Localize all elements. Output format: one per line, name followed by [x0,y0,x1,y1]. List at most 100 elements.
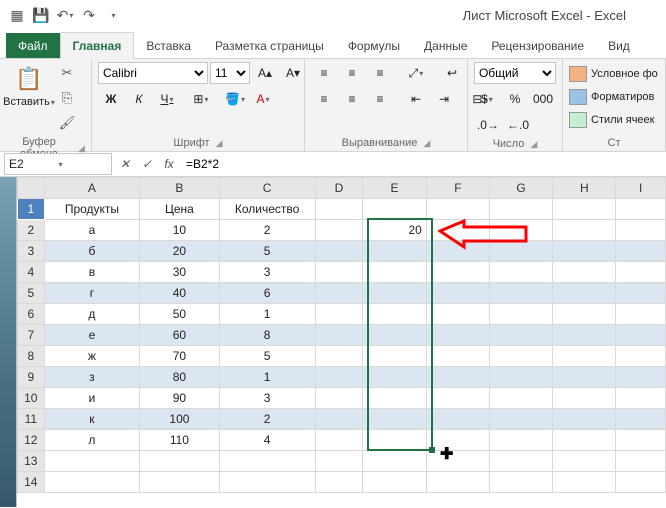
copy-icon[interactable]: ⎘ [56,87,78,109]
align-top-icon[interactable]: ≡ [311,62,337,84]
cell-C13[interactable] [219,451,315,472]
conditional-formatting-button[interactable]: Условное фо [569,64,658,84]
cell-H7[interactable] [553,325,616,346]
accounting-format-icon[interactable]: $▾ [474,88,500,110]
save-icon[interactable]: 💾 [32,6,50,24]
cell-F2[interactable] [426,220,489,241]
cell-C9[interactable]: 1 [219,367,315,388]
cell-B7[interactable]: 60 [140,325,219,346]
bold-button[interactable]: Ж [98,88,124,110]
cell-E10[interactable] [363,388,427,409]
tab-home[interactable]: Главная [60,32,135,59]
cell-H5[interactable] [553,283,616,304]
cell-D10[interactable] [315,388,363,409]
row-header-13[interactable]: 13 [18,451,45,472]
cell-B5[interactable]: 40 [140,283,219,304]
cell-D11[interactable] [315,409,363,430]
row-header-1[interactable]: 1 [18,199,45,220]
cell-A4[interactable]: в [44,262,140,283]
col-header-B[interactable]: B [140,178,219,199]
col-header-C[interactable]: C [219,178,315,199]
fx-icon[interactable]: fx [158,153,180,175]
cell-G11[interactable] [489,409,552,430]
cell-B10[interactable]: 90 [140,388,219,409]
cell-E9[interactable] [363,367,427,388]
cell-G1[interactable] [489,199,552,220]
cell-D5[interactable] [315,283,363,304]
row-header-7[interactable]: 7 [18,325,45,346]
font-launcher-icon[interactable]: ◢ [216,138,223,149]
row-header-10[interactable]: 10 [18,388,45,409]
align-middle-icon[interactable]: ≡ [339,62,365,84]
cell-E13[interactable] [363,451,427,472]
cell-F12[interactable] [426,430,489,451]
clipboard-launcher-icon[interactable]: ◢ [78,143,85,154]
cell-I9[interactable] [616,367,666,388]
cell-H10[interactable] [553,388,616,409]
cell-G7[interactable] [489,325,552,346]
cell-G3[interactable] [489,241,552,262]
redo-icon[interactable]: ↷ [80,6,98,24]
cell-H2[interactable] [553,220,616,241]
col-header-G[interactable]: G [489,178,552,199]
decrease-decimal-icon[interactable]: ←.0 [504,114,532,136]
cell-G12[interactable] [489,430,552,451]
cell-B9[interactable]: 80 [140,367,219,388]
cell-I10[interactable] [616,388,666,409]
align-center-icon[interactable]: ≡ [339,88,365,110]
cell-A9[interactable]: з [44,367,140,388]
cell-I8[interactable] [616,346,666,367]
col-header-E[interactable]: E [363,178,427,199]
cell-I11[interactable] [616,409,666,430]
tab-formulas[interactable]: Формулы [336,33,412,58]
cell-A10[interactable]: и [44,388,140,409]
cell-H4[interactable] [553,262,616,283]
paste-button[interactable]: 📋 Вставить▾ [6,62,52,108]
tab-data[interactable]: Данные [412,33,479,58]
alignment-launcher-icon[interactable]: ◢ [423,138,430,149]
cell-E3[interactable] [363,241,427,262]
cell-I12[interactable] [616,430,666,451]
cell-D3[interactable] [315,241,363,262]
cell-B8[interactable]: 70 [140,346,219,367]
row-header-4[interactable]: 4 [18,262,45,283]
cell-A2[interactable]: а [44,220,140,241]
cell-C2[interactable]: 2 [219,220,315,241]
cut-icon[interactable]: ✂ [56,62,78,84]
cell-D1[interactable] [315,199,363,220]
cell-styles-button[interactable]: Стили ячеек [569,110,654,130]
cell-F1[interactable] [426,199,489,220]
number-format-combo[interactable]: Общий [474,62,556,84]
cell-G9[interactable] [489,367,552,388]
cell-G14[interactable] [489,472,552,493]
align-right-icon[interactable]: ≡ [367,88,393,110]
cell-C1[interactable]: Количество [219,199,315,220]
tab-view[interactable]: Вид [596,33,642,58]
cell-E14[interactable] [363,472,427,493]
cell-A8[interactable]: ж [44,346,140,367]
cell-H14[interactable] [553,472,616,493]
tab-file[interactable]: Файл [6,33,60,58]
cell-I13[interactable] [616,451,666,472]
cell-G6[interactable] [489,304,552,325]
cell-H1[interactable] [553,199,616,220]
cell-I7[interactable] [616,325,666,346]
row-header-11[interactable]: 11 [18,409,45,430]
cell-D13[interactable] [315,451,363,472]
cell-I2[interactable] [616,220,666,241]
increase-decimal-icon[interactable]: .0→ [474,114,502,136]
format-painter-icon[interactable]: 🖌 [56,112,78,134]
col-header-A[interactable]: A [44,178,140,199]
col-header-H[interactable]: H [553,178,616,199]
cell-F5[interactable] [426,283,489,304]
cell-D9[interactable] [315,367,363,388]
cell-I3[interactable] [616,241,666,262]
cell-B13[interactable] [140,451,219,472]
cell-E4[interactable] [363,262,427,283]
cell-C7[interactable]: 8 [219,325,315,346]
cell-F11[interactable] [426,409,489,430]
enter-formula-icon[interactable]: ✓ [136,153,158,175]
increase-indent-icon[interactable]: ⇥ [431,88,457,110]
cell-E2[interactable]: 20 [363,220,427,241]
cell-A12[interactable]: л [44,430,140,451]
